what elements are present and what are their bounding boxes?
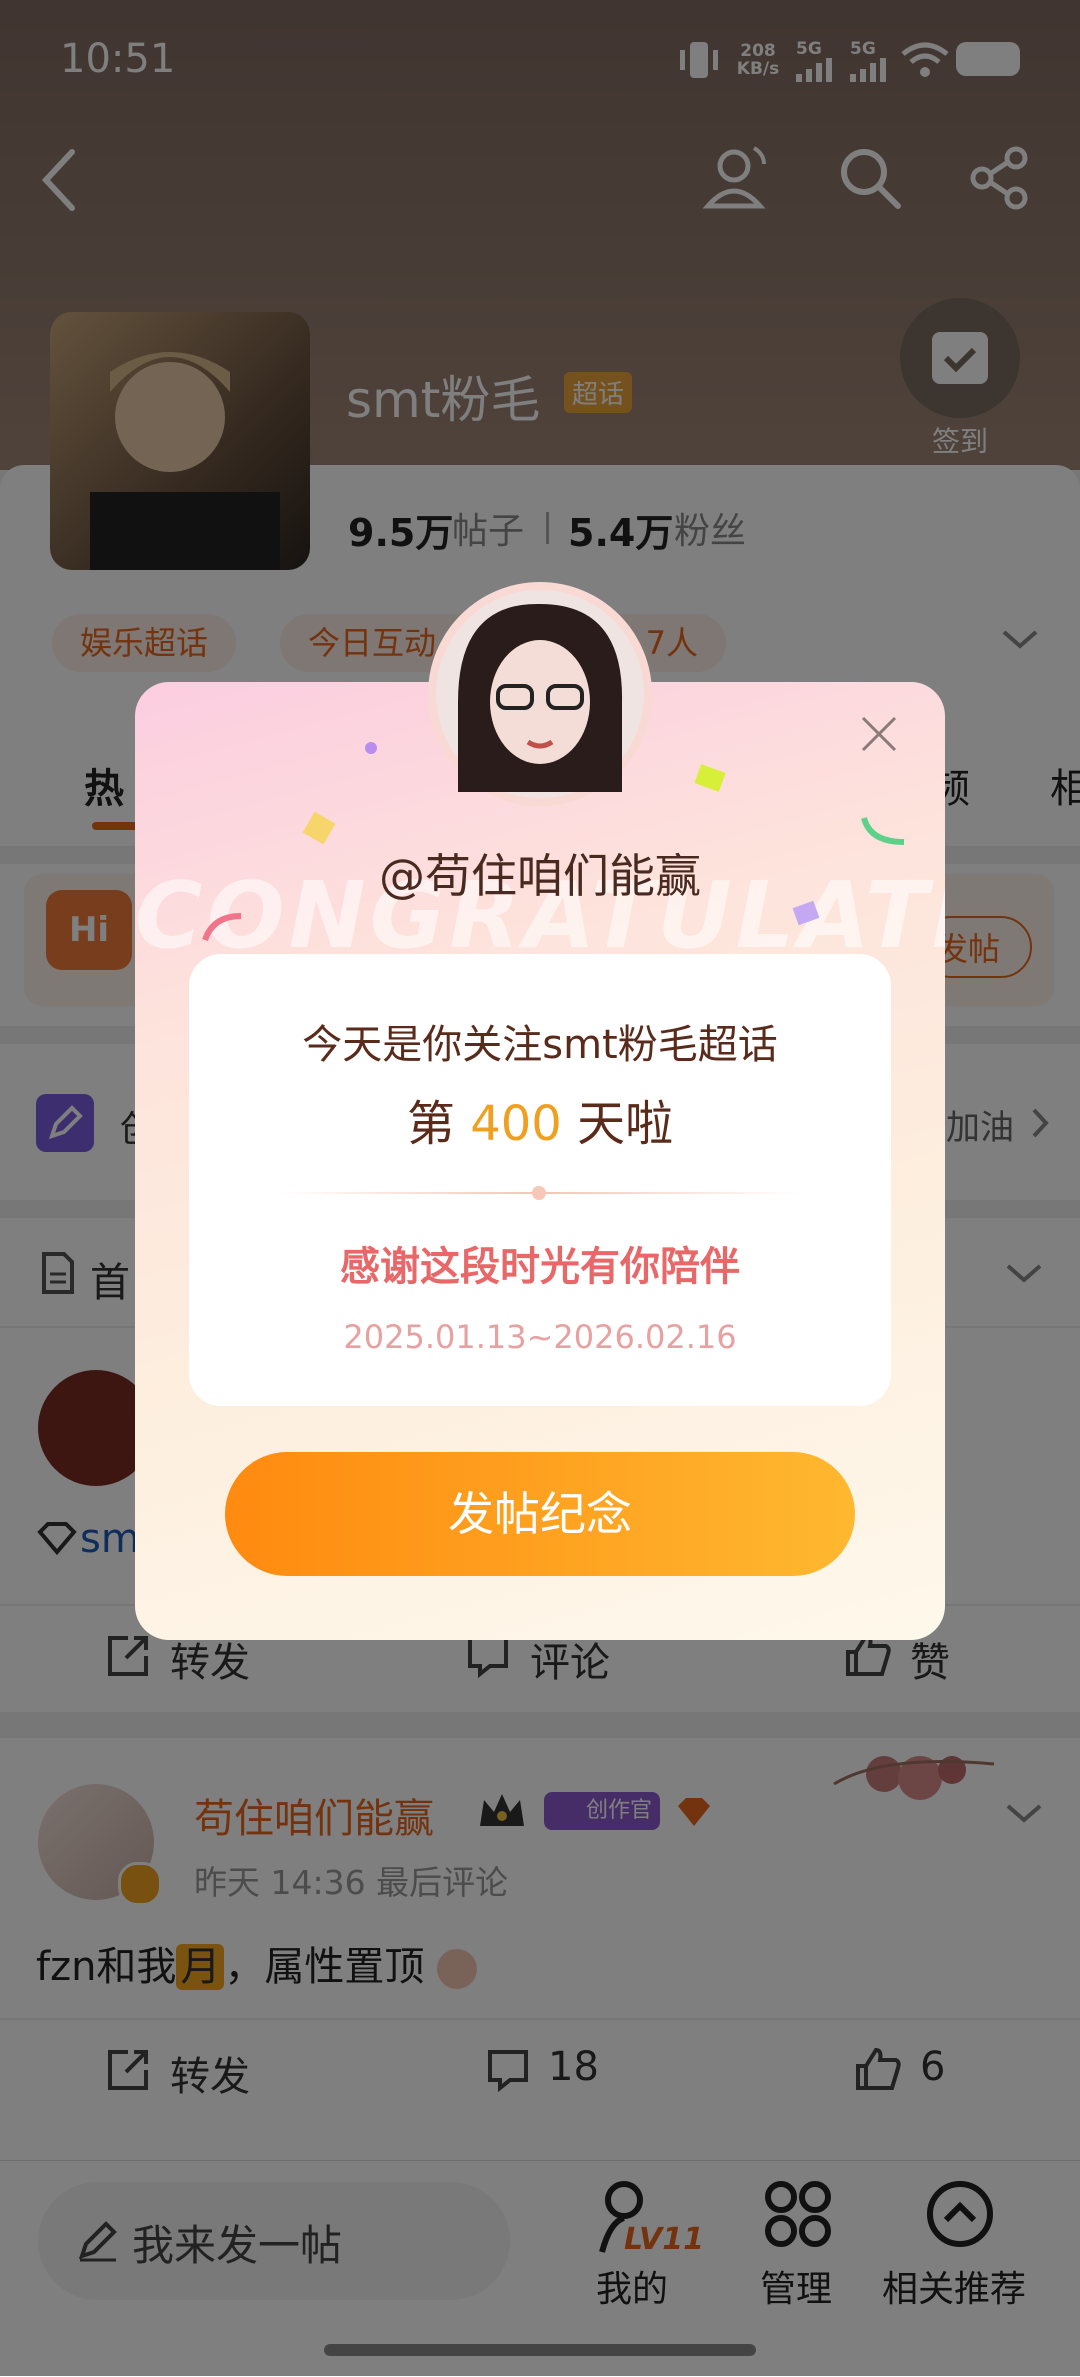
date-range: 2025.01.13~2026.02.16 — [343, 1318, 737, 1356]
day-number: 400 — [470, 1096, 562, 1152]
follow-anniversary-dialog: CONGRATULATE @苟住咱们能赢 今天是你关注smt粉毛超话 第 400… — [135, 682, 945, 1640]
post-commemorate-button[interactable]: 发帖纪念 — [225, 1452, 855, 1576]
day-prefix: 第 — [406, 1096, 455, 1152]
anniversary-card: 今天是你关注smt粉毛超话 第 400 天啦 感谢这段时光有你陪伴 2025.0… — [189, 954, 891, 1406]
anniversary-line1: 今天是你关注smt粉毛超话 — [302, 1022, 778, 1068]
dialog-username: @苟住咱们能赢 — [379, 849, 701, 903]
dialog-avatar — [428, 582, 652, 806]
confetti — [365, 742, 377, 754]
confetti — [694, 764, 726, 792]
anniversary-days: 第 400 天啦 — [189, 1084, 891, 1154]
thanks-text: 感谢这段时光有你陪伴 — [340, 1244, 740, 1290]
close-icon[interactable] — [859, 714, 899, 754]
divider-heart-icon — [532, 1186, 546, 1200]
confetti — [201, 910, 247, 950]
day-suffix: 天啦 — [577, 1096, 674, 1152]
